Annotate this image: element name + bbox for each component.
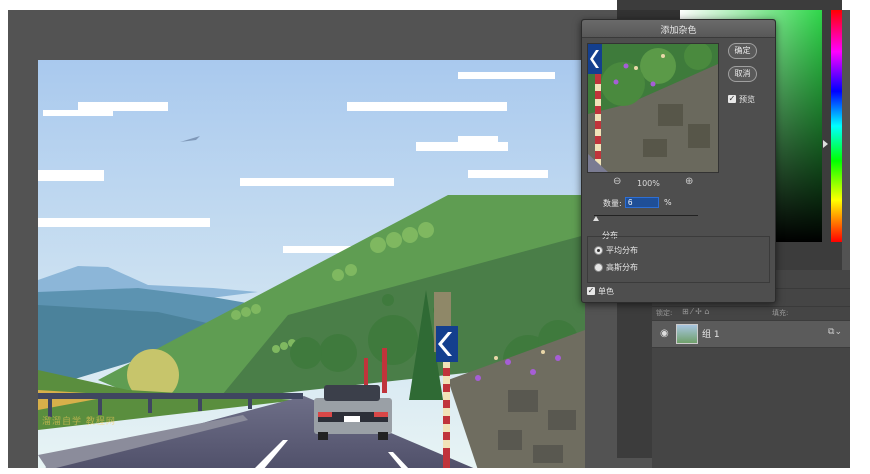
monochrome-checkbox[interactable]: ✓ (587, 287, 595, 295)
amount-label: 数量: (603, 199, 622, 208)
monochrome-label: 单色 (598, 287, 614, 296)
dialog-title: 添加杂色 (660, 26, 697, 36)
watermark-text: 溜溜自学 教程网 (42, 417, 116, 427)
layer-thumbnail (676, 324, 698, 344)
uniform-radio[interactable] (594, 246, 603, 255)
hue-slider-arrow-icon[interactable] (823, 140, 828, 148)
preview-image (588, 44, 718, 172)
highway-scene-image (38, 60, 585, 468)
hue-slider[interactable] (831, 10, 842, 242)
layer-row-group1[interactable]: ◉ 组 1 ⧉⌄ (652, 320, 850, 348)
gaussian-radio[interactable] (594, 263, 603, 272)
checkbox-check-icon: ✓ (728, 94, 736, 103)
cancel-button[interactable]: 取消 (728, 66, 757, 82)
preview-checkbox[interactable]: ✓ (728, 95, 736, 103)
checkbox-check-icon: ✓ (587, 286, 595, 295)
uniform-label: 平均分布 (606, 246, 638, 255)
artboard-illustration[interactable] (38, 60, 585, 468)
add-noise-dialog: 添加杂色 确定 取消 ✓ 预览 ⊖ 100% ⊕ 数量: % 分布 (581, 19, 776, 303)
distribution-group: 平均分布 高斯分布 (587, 236, 770, 283)
ok-button[interactable]: 确定 (728, 43, 757, 59)
filter-preview[interactable] (587, 43, 719, 173)
amount-input[interactable] (625, 197, 659, 208)
gaussian-label: 高斯分布 (606, 263, 638, 272)
zoom-out-icon[interactable]: ⊖ (613, 176, 621, 187)
zoom-level: 100% (637, 179, 660, 188)
amount-slider[interactable] (594, 215, 698, 216)
layer-link-icon[interactable]: ⧉⌄ (828, 327, 842, 337)
amount-unit: % (664, 198, 672, 207)
lock-icon[interactable]: ⊞ ⁄ ✢ ⌂ (682, 307, 709, 316)
dialog-titlebar[interactable]: 添加杂色 (582, 20, 775, 38)
fill-label: 填充: (772, 309, 789, 317)
eye-icon[interactable]: ◉ (660, 329, 669, 339)
amount-slider-thumb[interactable] (592, 216, 599, 221)
locks-label: 锁定: (656, 309, 673, 317)
layer-name[interactable]: 组 1 (702, 327, 720, 340)
zoom-in-icon[interactable]: ⊕ (685, 176, 693, 187)
preview-checkbox-label: 预览 (739, 95, 755, 104)
